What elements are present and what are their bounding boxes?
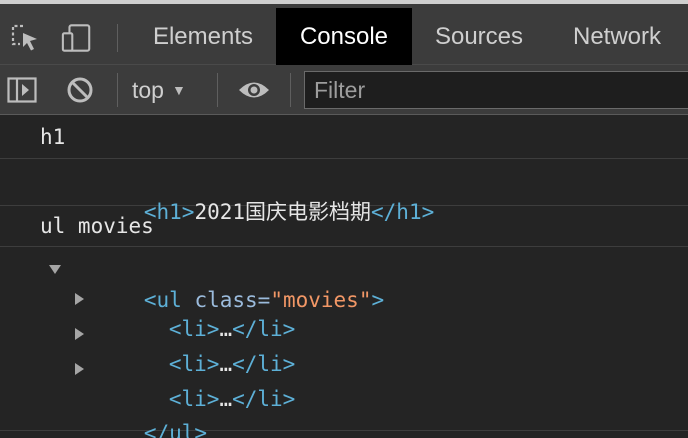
- tab-divider: [117, 24, 118, 52]
- toolbar-divider: [290, 73, 291, 107]
- expand-triangle-down-icon[interactable]: [49, 265, 61, 274]
- chevron-down-icon: ▼: [171, 82, 186, 98]
- collapsed-ellipsis: …: [219, 387, 233, 411]
- tag-close: </ul>: [143, 421, 208, 438]
- inspect-element-icon[interactable]: [9, 22, 41, 54]
- tab-elements[interactable]: Elements: [130, 8, 276, 65]
- show-console-sidebar-icon[interactable]: [6, 75, 38, 105]
- console-message-ul-label: ul movies: [0, 206, 688, 247]
- console-message-h1-element[interactable]: <h1>2021国庆电影档期</h1>: [0, 159, 688, 224]
- context-label: top: [132, 76, 164, 103]
- element-h1[interactable]: <h1>2021国庆电影档期</h1>: [68, 167, 434, 224]
- console-message-ul-element[interactable]: <ul class="movies"> <li>…</li> <li>…</li…: [0, 247, 688, 438]
- log-text: ul movies: [40, 214, 154, 238]
- console-messages: h1 <h1>2021国庆电影档期</h1> ul movies <ul cla…: [0, 115, 688, 438]
- element-li[interactable]: <li>…</li>: [93, 284, 295, 341]
- device-toolbar-icon[interactable]: [61, 22, 93, 54]
- tab-console[interactable]: Console: [276, 8, 412, 65]
- element-ul-close[interactable]: </ul>: [68, 388, 207, 438]
- toolbar-divider: [217, 73, 218, 107]
- element-li[interactable]: <li>…</li>: [93, 319, 295, 376]
- tag-close: </li>: [232, 387, 296, 411]
- toolbar-divider: [117, 73, 118, 107]
- filter-input[interactable]: [304, 71, 688, 109]
- javascript-context-select[interactable]: top ▼: [132, 75, 186, 105]
- expand-triangle-right-icon[interactable]: [75, 328, 84, 340]
- devtools-tab-bar: Elements Console Sources Network: [0, 0, 688, 65]
- expand-triangle-right-icon[interactable]: [75, 293, 84, 305]
- clear-console-icon[interactable]: [64, 75, 96, 105]
- log-text: h1: [40, 125, 66, 149]
- live-expression-eye-icon[interactable]: [236, 75, 272, 105]
- tag-open-end: >: [371, 288, 385, 312]
- expand-triangle-right-icon[interactable]: [75, 363, 84, 375]
- tab-network[interactable]: Network: [546, 8, 688, 65]
- element-li[interactable]: <li>…</li>: [93, 354, 295, 411]
- element-ul-open[interactable]: <ul class="movies">: [68, 255, 384, 312]
- console-message-h1-label: h1: [0, 115, 688, 159]
- console-toolbar: top ▼: [0, 65, 688, 115]
- tab-sources[interactable]: Sources: [412, 8, 546, 65]
